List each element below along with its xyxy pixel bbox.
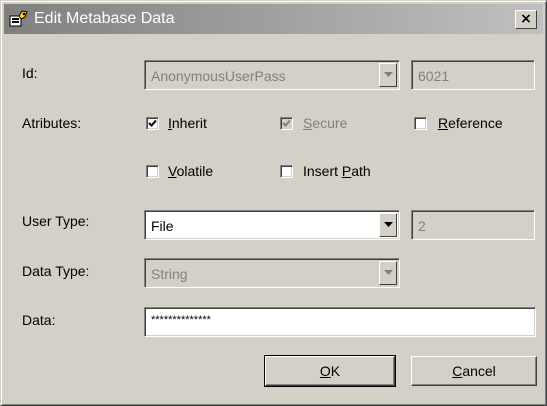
data-value: ************** [151,314,211,326]
window-title: Edit Metabase Data [34,10,175,27]
id-combobox: AnonymousUserPass [144,60,400,90]
close-button[interactable]: × [515,10,537,29]
volatile-checkbox[interactable] [146,165,159,178]
chevron-down-icon [384,72,393,77]
cancel-button[interactable]: Cancel [411,356,537,386]
metabase-app-icon [9,10,29,28]
insert-path-label[interactable]: Insert Path [303,163,371,179]
user-type-dropdown-button[interactable] [379,213,397,237]
user-type-value: File [151,218,174,234]
volatile-label[interactable]: Volatile [168,163,213,179]
data-label: Data: [22,312,56,328]
user-type-number-value: 2 [418,218,426,234]
title-bar[interactable]: Edit Metabase Data × [4,4,543,34]
data-type-label: Data Type: [22,263,90,279]
checkmark-icon [148,119,157,127]
attributes-label: Atributes: [22,115,82,131]
secure-label: Secure [303,115,348,131]
edit-metabase-dialog: Edit Metabase Data × Id: AnonymousUserPa… [0,0,547,406]
reference-label[interactable]: Reference [438,115,503,131]
data-type-value: String [151,266,188,282]
inherit-label[interactable]: Inherit [168,115,207,131]
chevron-down-icon [384,222,393,227]
secure-checkbox [280,117,293,130]
reference-checkbox[interactable] [414,117,427,130]
user-type-combobox[interactable]: File [144,210,400,240]
user-type-label: User Type: [22,213,90,229]
data-type-dropdown-button [379,261,397,285]
close-icon: × [520,11,532,27]
checkmark-icon [282,119,291,127]
chevron-down-icon [384,270,393,275]
insert-path-checkbox[interactable] [280,165,293,178]
id-number-field: 6021 [411,60,535,90]
id-label: Id: [22,65,38,81]
id-combobox-value: AnonymousUserPass [151,68,286,84]
data-type-combobox: String [144,258,400,288]
id-number-value: 6021 [418,68,450,84]
user-type-number-field: 2 [411,210,535,240]
ok-button[interactable]: OK [264,355,396,387]
data-field[interactable]: ************** [144,307,536,337]
id-dropdown-button [379,63,397,87]
inherit-checkbox[interactable] [146,117,159,130]
